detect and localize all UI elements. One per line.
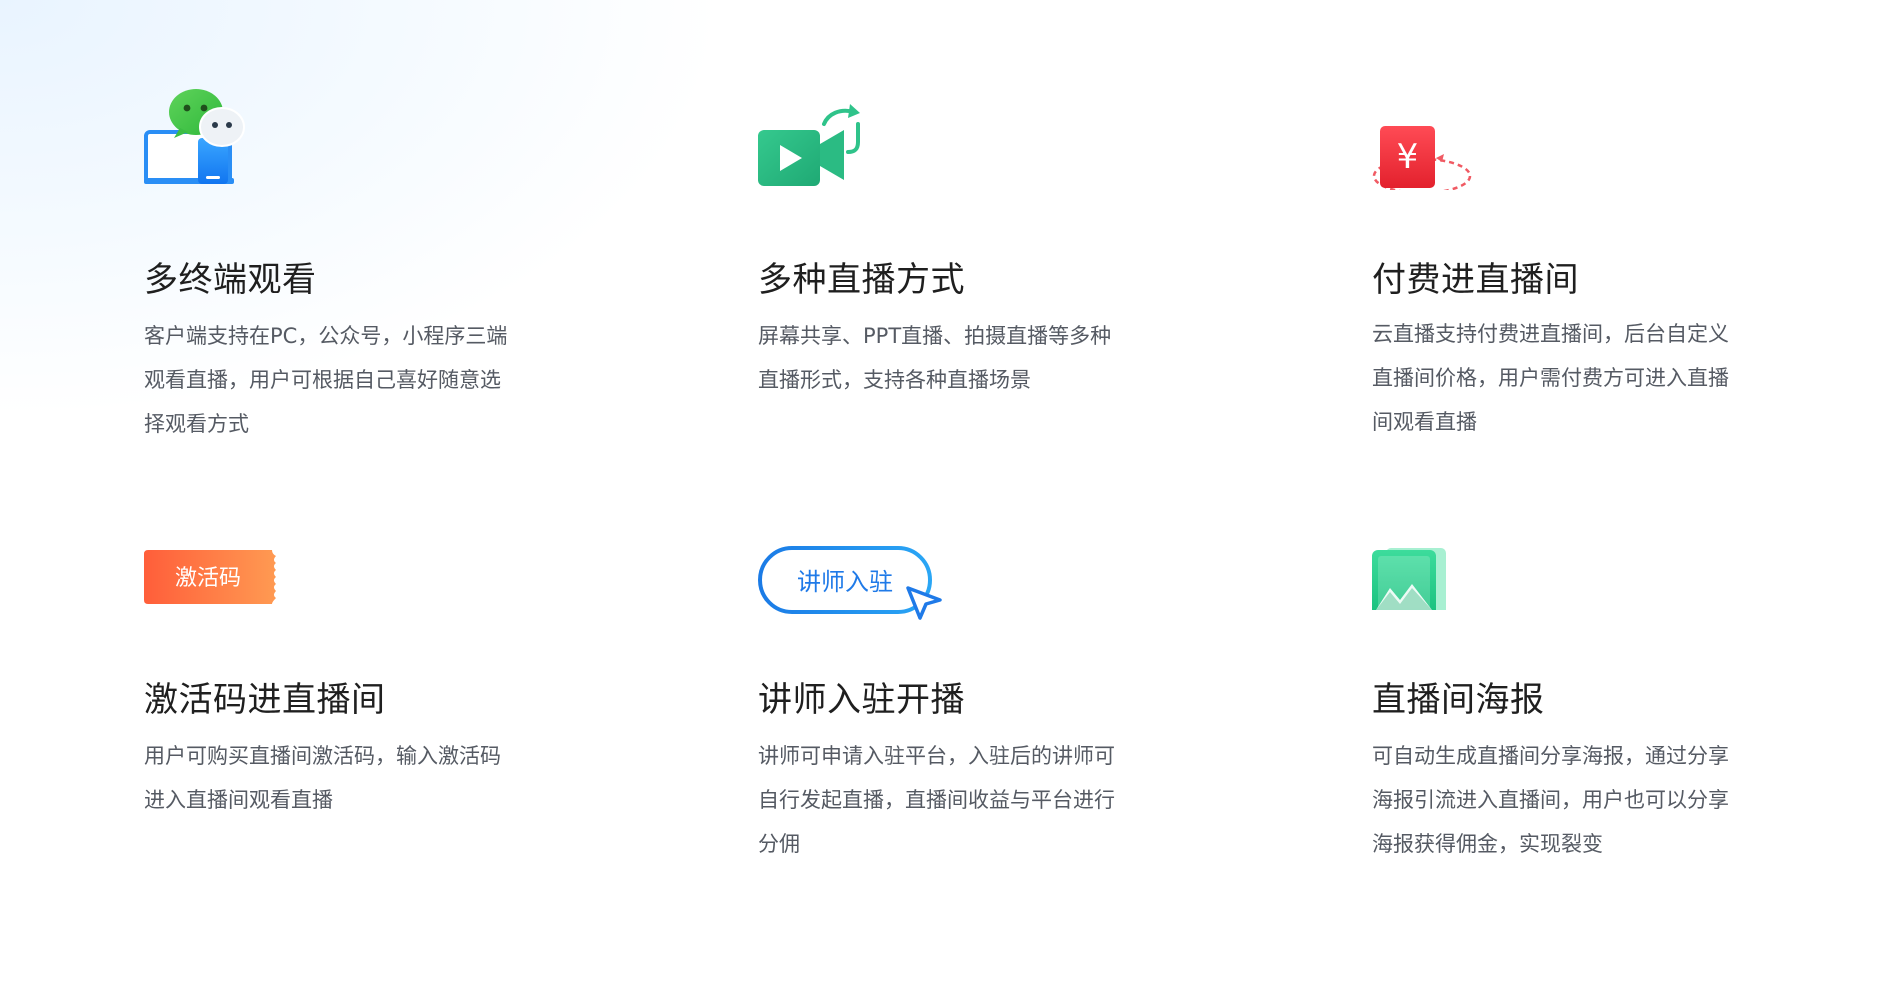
feature-title: 付费进直播间 xyxy=(1372,260,1579,300)
description-line: 间观看直播 xyxy=(1372,410,1477,434)
lecturer-join-label: 讲师入驻 xyxy=(797,568,893,596)
description-line: 自行发起直播，直播间收益与平台进行 xyxy=(758,788,1115,812)
feature-description: 屏幕共享、PPT直播、拍摄直播等多种 直播形式，支持各种直播场景 xyxy=(758,314,1158,402)
feature-description: 讲师可申请入驻平台，入驻后的讲师可 自行发起直播，直播间收益与平台进行 分佣 xyxy=(758,734,1158,866)
paid-yuan-icon: ¥ xyxy=(1372,80,1502,195)
description-line: 讲师可申请入驻平台，入驻后的讲师可 xyxy=(758,744,1115,768)
feature-title: 多种直播方式 xyxy=(758,260,965,300)
multi-device-wechat-icon xyxy=(144,80,274,190)
description-line: 海报引流进入直播间，用户也可以分享 xyxy=(1372,788,1729,812)
description-line: 海报获得佣金，实现裂变 xyxy=(1372,832,1603,856)
activation-code-ticket-icon: 激活码 xyxy=(144,500,276,610)
feature-description: 云直播支持付费进直播间，后台自定义 直播间价格，用户需付费方可进入直播 间观看直… xyxy=(1372,312,1772,444)
feature-description: 客户端支持在PC，公众号，小程序三端 观看直播，用户可根据自己喜好随意选 择观看… xyxy=(144,314,544,446)
description-line: 直播形式，支持各种直播场景 xyxy=(758,368,1031,392)
feature-description: 可自动生成直播间分享海报，通过分享 海报引流进入直播间，用户也可以分享 海报获得… xyxy=(1372,734,1772,866)
description-line: 客户端支持在PC，公众号，小程序三端 xyxy=(144,324,508,348)
description-line: 屏幕共享、PPT直播、拍摄直播等多种 xyxy=(758,324,1112,348)
feature-title: 激活码进直播间 xyxy=(144,680,386,720)
lecturer-join-cursor-icon: 讲师入驻 xyxy=(758,500,942,620)
description-line: 择观看方式 xyxy=(144,412,249,436)
poster-image-icon xyxy=(1372,500,1502,616)
feature-grid: 多终端观看 客户端支持在PC，公众号，小程序三端 观看直播，用户可根据自己喜好随… xyxy=(0,0,1893,997)
description-line: 云直播支持付费进直播间，后台自定义 xyxy=(1372,322,1729,346)
description-line: 直播间价格，用户需付费方可进入直播 xyxy=(1372,366,1729,390)
description-line: 进入直播间观看直播 xyxy=(144,788,333,812)
yuan-symbol: ¥ xyxy=(1397,137,1419,177)
feature-description: 用户可购买直播间激活码，输入激活码 进入直播间观看直播 xyxy=(144,734,544,822)
feature-title: 多终端观看 xyxy=(144,260,317,300)
description-line: 观看直播，用户可根据自己喜好随意选 xyxy=(144,368,501,392)
video-camera-icon xyxy=(758,80,888,190)
feature-title: 直播间海报 xyxy=(1372,680,1545,720)
description-line: 可自动生成直播间分享海报，通过分享 xyxy=(1372,744,1729,768)
activation-code-label: 激活码 xyxy=(175,566,241,591)
description-line: 用户可购买直播间激活码，输入激活码 xyxy=(144,744,501,768)
description-line: 分佣 xyxy=(758,832,800,856)
feature-title: 讲师入驻开播 xyxy=(758,680,965,720)
